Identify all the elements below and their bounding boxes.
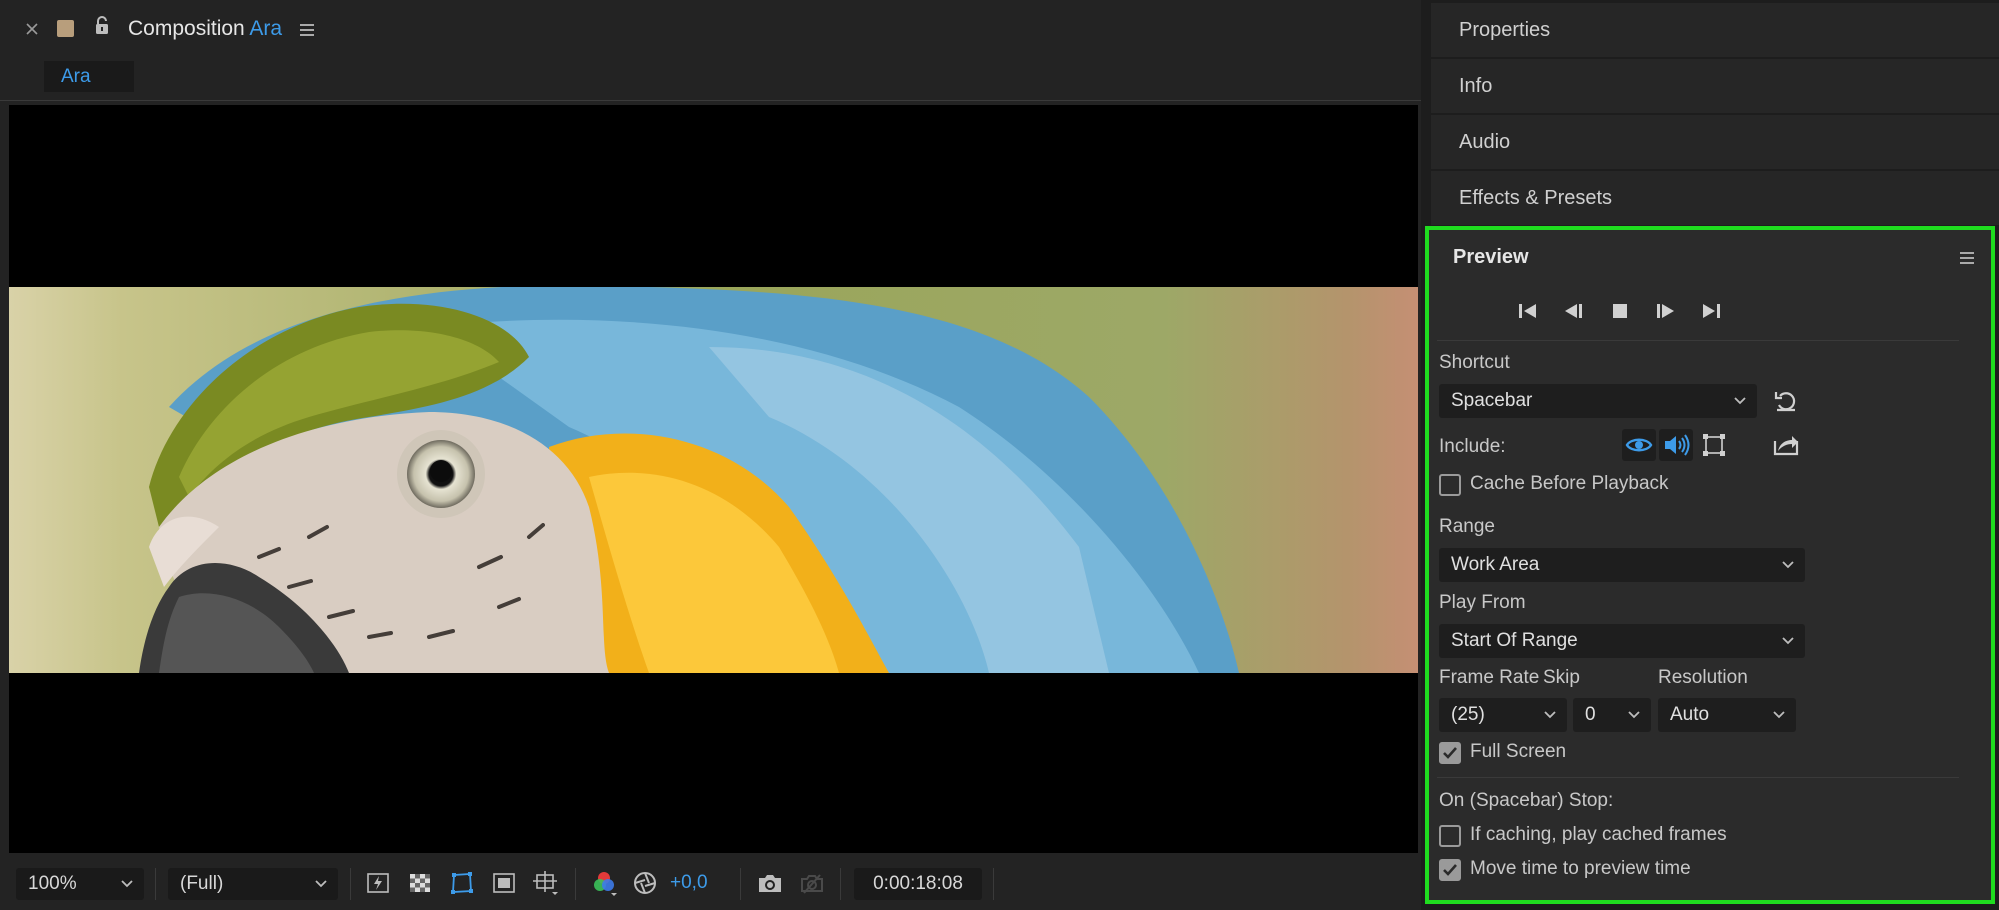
chevron-down-icon [121,880,133,888]
previous-frame-icon[interactable] [1559,297,1589,325]
panel-menu-icon[interactable] [297,20,317,40]
toolbar-divider [740,868,741,900]
composition-tab-ara[interactable]: Ara [44,61,134,92]
checkmark-icon [1443,747,1457,759]
zoom-value: 100% [28,873,77,894]
reset-shortcut-icon[interactable] [1771,386,1801,416]
frame-rate-label: Frame Rate [1439,667,1540,688]
play-from-label: Play From [1439,592,1526,613]
resolution-label: Resolution [1658,667,1748,688]
transparency-grid-icon[interactable] [405,868,435,898]
first-frame-icon[interactable] [1513,297,1543,325]
effects-presets-panel-header[interactable]: Effects & Presets [1431,171,1999,225]
resolution-setting-dropdown[interactable]: Auto [1658,698,1796,732]
composition-title: Composition Ara [128,17,282,41]
frame-rate-dropdown[interactable]: (25) [1439,698,1567,732]
toolbar-divider [350,868,351,900]
reset-exposure-icon[interactable] [630,868,660,898]
move-time-checkbox[interactable] [1439,859,1461,881]
toolbar-divider [575,868,576,900]
checkmark-icon [1443,864,1457,876]
include-audio-speaker-icon[interactable] [1659,429,1693,461]
preview-title: Preview [1453,246,1529,268]
play-from-value: Start Of Range [1451,630,1578,651]
properties-panel-header[interactable]: Properties [1431,3,1999,57]
region-of-interest-icon[interactable] [489,868,519,898]
cache-before-playback-checkbox[interactable] [1439,474,1461,496]
move-time-label: Move time to preview time [1470,858,1691,879]
parrot-image [9,287,1418,673]
full-screen-label: Full Screen [1470,741,1567,762]
preview-export-icon[interactable] [1771,429,1801,459]
zoom-dropdown[interactable]: 100% [16,868,144,900]
skip-dropdown[interactable]: 0 [1573,698,1651,732]
chevron-down-icon [1734,397,1746,405]
shortcut-value: Spacebar [1451,390,1533,411]
range-value: Work Area [1451,554,1540,575]
shortcut-dropdown[interactable]: Spacebar [1439,384,1757,418]
on-stop-label: On (Spacebar) Stop: [1439,790,1614,811]
divider [1437,777,1959,778]
panel-menu-icon[interactable] [1957,248,1977,268]
composition-viewer[interactable] [9,105,1418,853]
color-swatch-icon[interactable] [57,20,74,37]
toolbar-divider [155,868,156,900]
exposure-value[interactable]: +0,0 [670,872,708,894]
frame-rate-value: (25) [1451,704,1485,725]
include-overlays-icon[interactable] [1697,429,1731,461]
lock-icon[interactable] [92,14,112,38]
skip-label: Skip [1543,667,1580,688]
stop-icon[interactable] [1605,297,1635,325]
composition-header: Composition Ara [0,0,1421,60]
header-divider [0,100,1421,101]
if-caching-label: If caching, play cached frames [1470,824,1727,845]
fast-previews-icon[interactable] [363,868,393,898]
chevron-down-icon [1782,637,1794,645]
audio-panel-header[interactable]: Audio [1431,115,1999,169]
resolution-dropdown[interactable]: (Full) [168,868,338,900]
preview-panel: Preview Shortcut Spacebar Include: Cache… [1425,226,1995,904]
last-frame-icon[interactable] [1696,297,1726,325]
composition-panel: Composition Ara Ara 100% (Full) +0,0 0:0… [0,0,1421,910]
composition-title-prefix: Composition [128,17,245,40]
close-icon[interactable] [22,19,42,39]
grid-guides-icon[interactable] [531,868,561,898]
chevron-down-icon [1782,561,1794,569]
include-label: Include: [1439,436,1506,457]
chevron-down-icon [1628,711,1640,719]
color-channels-icon[interactable] [590,868,620,898]
next-frame-icon[interactable] [1650,297,1680,325]
range-label: Range [1439,516,1495,537]
toolbar-divider [840,868,841,900]
if-caching-checkbox[interactable] [1439,825,1461,847]
play-from-dropdown[interactable]: Start Of Range [1439,624,1805,658]
range-dropdown[interactable]: Work Area [1439,548,1805,582]
skip-value: 0 [1585,704,1596,725]
current-time-display[interactable]: 0:00:18:08 [854,868,982,900]
shortcut-label: Shortcut [1439,352,1510,373]
resolution-setting-value: Auto [1670,704,1710,725]
full-screen-checkbox[interactable] [1439,742,1461,764]
mask-path-visibility-icon[interactable] [447,868,477,898]
toolbar-divider [993,868,994,900]
info-panel-header[interactable]: Info [1431,59,1999,113]
chevron-down-icon [1544,711,1556,719]
cache-before-playback-label: Cache Before Playback [1470,473,1669,494]
include-video-eye-icon[interactable] [1622,429,1656,461]
camera-snapshot-icon[interactable] [755,868,785,898]
resolution-value: (Full) [180,873,224,894]
chevron-down-icon [1773,711,1785,719]
show-snapshot-icon[interactable] [797,868,827,898]
chevron-down-icon [315,880,327,888]
divider [1437,340,1959,341]
composition-title-name: Ara [249,17,283,40]
